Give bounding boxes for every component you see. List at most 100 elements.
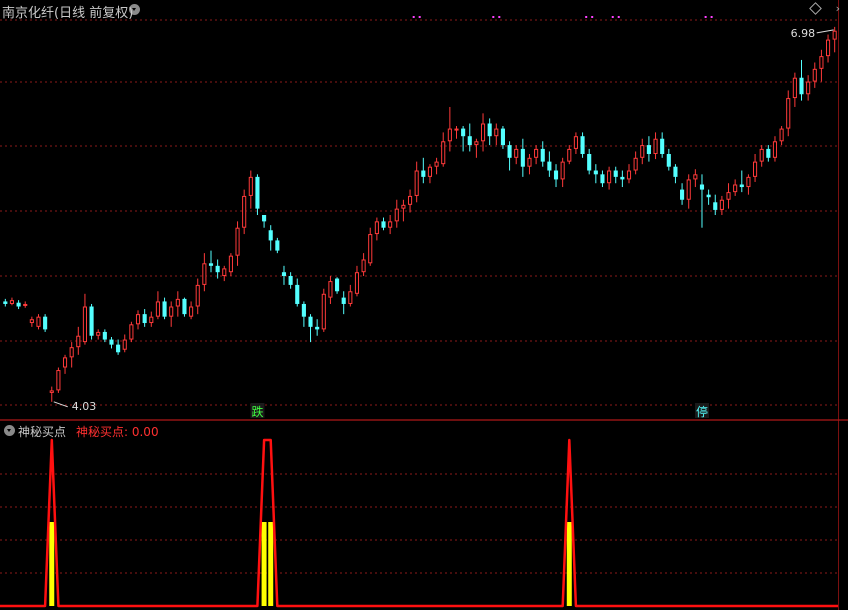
candle-body: [514, 148, 519, 158]
candle-body: [62, 357, 68, 368]
chart-canvas[interactable]: 6.98 4.03 跌 停: [0, 0, 848, 610]
candle-body: [96, 331, 101, 336]
candle-body: [175, 298, 180, 307]
chevron-right-icon[interactable]: ›: [836, 2, 840, 15]
candle-body: [520, 148, 525, 167]
marker-label: 跌: [251, 404, 263, 419]
candle-body: [480, 123, 486, 142]
candle-body: [242, 195, 247, 228]
candle-body: [753, 161, 758, 177]
candle-body: [268, 230, 273, 241]
indicator-bar: [268, 522, 274, 606]
candle-body: [487, 123, 492, 137]
candle-body: [812, 68, 817, 82]
indicator-toggle-icon[interactable]: [4, 425, 15, 436]
candle-body: [461, 128, 466, 137]
candle-body: [739, 184, 744, 188]
candle-body: [381, 221, 386, 228]
signal-dot: [617, 16, 620, 18]
candle-body: [222, 268, 227, 277]
candle-body: [527, 157, 532, 167]
candle-body: [494, 128, 499, 137]
candle-body: [726, 192, 731, 200]
high-label: 6.98: [791, 27, 816, 40]
candle-body: [819, 56, 824, 69]
candle-body: [116, 344, 121, 353]
candle-body: [255, 176, 260, 209]
signal-dot: [591, 16, 594, 18]
signal-dot: [492, 16, 495, 18]
candle-body: [394, 208, 399, 222]
candle-body: [540, 148, 545, 162]
candle-body: [746, 176, 751, 188]
indicator-line: [0, 438, 838, 608]
candle-body: [275, 240, 280, 251]
candle-body: [3, 301, 8, 304]
candle-body: [646, 145, 651, 154]
candle-body: [43, 316, 48, 330]
candle-body: [328, 281, 333, 298]
candle-body: [354, 272, 360, 294]
candle-body: [653, 138, 658, 154]
candle-body: [713, 202, 718, 210]
candle-body: [772, 141, 778, 158]
signal-dot: [704, 16, 707, 18]
candle-body: [361, 259, 366, 273]
candle-body: [786, 98, 791, 129]
candle-body: [228, 255, 233, 273]
candle-body: [474, 141, 479, 146]
indicator-bar: [49, 522, 55, 606]
candle-body: [686, 179, 691, 200]
candle-body: [434, 161, 439, 167]
candle-body: [534, 148, 539, 158]
indicator-bar: [566, 522, 572, 606]
candle-body: [587, 153, 592, 171]
chart-title: 南京化纤(日线 前复权): [2, 6, 134, 21]
candle-body: [779, 128, 784, 142]
candle-body: [759, 148, 764, 162]
candle-body: [633, 157, 638, 171]
candle-body: [626, 170, 632, 180]
candle-body: [421, 170, 426, 177]
candle-body: [262, 215, 267, 222]
candle-body: [580, 136, 585, 154]
candle-body: [547, 161, 552, 171]
signal-dot: [412, 16, 415, 18]
candle-body: [82, 306, 87, 343]
candle-body: [792, 77, 797, 99]
candle-body: [620, 176, 625, 180]
candle-body: [56, 370, 61, 391]
candle-body: [149, 316, 154, 324]
candle-body: [215, 265, 220, 273]
candle-body: [23, 303, 28, 306]
candle-body: [680, 189, 685, 200]
candle-body: [832, 30, 837, 40]
candle-body: [155, 301, 160, 317]
signal-dot: [611, 16, 614, 18]
candle-body: [467, 136, 472, 146]
candle-body: [825, 39, 831, 57]
candle-body: [613, 170, 618, 177]
candle-body: [427, 166, 433, 177]
candle-body: [567, 148, 572, 162]
candle-body: [202, 263, 207, 285]
candle-body: [806, 81, 811, 95]
candle-body: [9, 300, 15, 304]
candle-body: [308, 316, 313, 327]
candle-body: [16, 302, 21, 307]
indicator-value: 神秘买点: 0.00: [76, 425, 159, 439]
low-label: 4.03: [72, 400, 97, 413]
candle-body: [162, 301, 167, 317]
candle-body: [135, 314, 141, 325]
low-arrow: [53, 401, 68, 408]
indicator-bar: [261, 522, 267, 606]
candle-body: [507, 145, 512, 158]
candle-body: [208, 263, 214, 266]
signal-dot: [710, 16, 713, 18]
candle-body: [169, 306, 174, 317]
candle-body: [607, 170, 612, 184]
marker-label: 停: [696, 404, 708, 419]
candle-body: [142, 314, 147, 324]
candle-body: [235, 227, 240, 256]
candle-body: [388, 221, 393, 228]
